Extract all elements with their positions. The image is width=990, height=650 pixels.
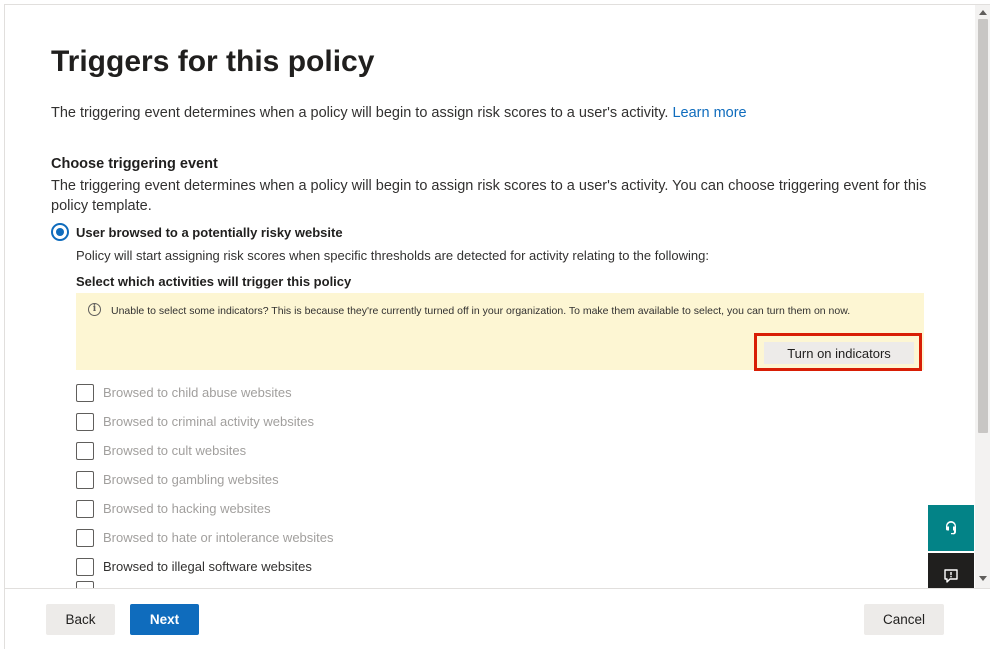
info-icon: i [88, 303, 101, 316]
turn-on-indicators-button[interactable]: Turn on indicators [764, 342, 914, 364]
checkbox[interactable] [76, 383, 94, 402]
checkbox[interactable] [76, 412, 94, 431]
activity-item[interactable]: Browsed to cult websites [76, 436, 334, 465]
activity-label: Browsed to illegal software websites [103, 559, 312, 574]
content-area: Triggers for this policy The triggering … [5, 5, 975, 588]
checkbox[interactable] [76, 557, 94, 576]
next-button[interactable]: Next [130, 604, 199, 635]
activity-label: Browsed to gambling websites [103, 472, 279, 487]
chat-icon [944, 569, 958, 583]
section-title: Choose triggering event [51, 156, 218, 172]
wizard-footer: Back Next Cancel [5, 588, 990, 650]
highlight-frame: Turn on indicators [754, 333, 922, 371]
activity-label: Browsed to criminal activity websites [103, 414, 314, 429]
activity-item[interactable]: Browsed to hate or intolerance websites [76, 523, 334, 552]
intro-text: The triggering event determines when a p… [51, 105, 669, 121]
checkbox[interactable] [76, 581, 94, 588]
activity-item[interactable]: Browsed to hacking websites [76, 494, 334, 523]
trigger-option-label[interactable]: User browsed to a potentially risky webs… [76, 225, 343, 240]
notice-text: Unable to select some indicators? This i… [111, 305, 851, 317]
checkbox[interactable] [76, 441, 94, 460]
indicators-notice: i Unable to select some indicators? This… [76, 293, 924, 371]
activity-item[interactable]: Browsed to illegal software websites [76, 552, 334, 581]
radio-button[interactable] [51, 223, 69, 241]
scroll-thumb[interactable] [978, 19, 988, 433]
activities-checklist: Browsed to child abuse websites Browsed … [76, 378, 334, 588]
activity-label: Browsed to child abuse websites [103, 385, 292, 400]
activities-title: Select which activities will trigger thi… [76, 274, 352, 289]
headset-icon [946, 521, 957, 535]
trigger-radio-option[interactable]: User browsed to a potentially risky webs… [51, 223, 343, 241]
activity-item-partial[interactable] [76, 581, 334, 588]
learn-more-link[interactable]: Learn more [672, 105, 746, 121]
page-title: Triggers for this policy [51, 45, 375, 78]
intro-paragraph: The triggering event determines when a p… [51, 105, 747, 121]
checkbox[interactable] [76, 499, 94, 518]
scroll-up-arrow-icon[interactable] [979, 10, 987, 15]
checkbox[interactable] [76, 528, 94, 547]
checkbox[interactable] [76, 470, 94, 489]
wizard-panel: Triggers for this policy The triggering … [4, 4, 990, 650]
trigger-option-description: Policy will start assigning risk scores … [76, 248, 709, 263]
back-button[interactable]: Back [46, 604, 115, 635]
support-button[interactable] [928, 505, 974, 551]
vertical-scrollbar[interactable] [975, 5, 990, 588]
activity-label: Browsed to hate or intolerance websites [103, 530, 334, 545]
activity-label: Browsed to cult websites [103, 443, 247, 458]
activity-item[interactable]: Browsed to child abuse websites [76, 378, 334, 407]
cancel-button[interactable]: Cancel [864, 604, 944, 635]
scroll-down-arrow-icon[interactable] [979, 576, 987, 581]
section-description: The triggering event determines when a p… [51, 178, 927, 214]
radio-selected-dot [56, 228, 64, 236]
activity-label: Browsed to hacking websites [103, 501, 271, 516]
activity-item[interactable]: Browsed to gambling websites [76, 465, 334, 494]
activity-item[interactable]: Browsed to criminal activity websites [76, 407, 334, 436]
